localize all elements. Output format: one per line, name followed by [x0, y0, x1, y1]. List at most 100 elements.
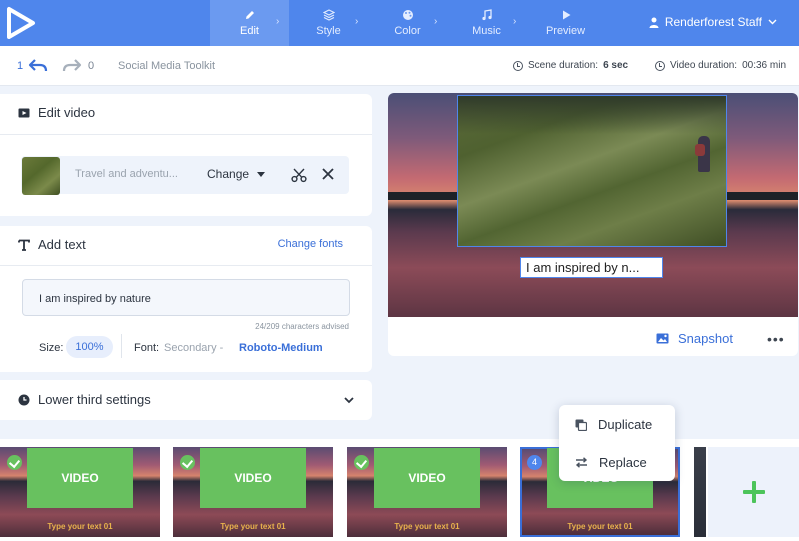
media-name: Travel and adventu... [75, 168, 178, 180]
hiker-figure [695, 136, 710, 172]
clock-icon [18, 394, 30, 405]
clip-text: Type your text 01 [47, 522, 113, 531]
scene-duration-label: Scene duration: [528, 60, 599, 71]
step-style-label: Style [316, 25, 341, 37]
scene-number-badge: 4 [527, 455, 542, 470]
menu-item-replace[interactable]: Replace [575, 455, 647, 470]
divider [0, 265, 372, 266]
lower-third-header: Lower third settings [18, 392, 151, 407]
chevron-right-icon: › [434, 16, 438, 27]
font-type: Secondary - [164, 342, 224, 354]
add-text-panel: Add text Change fonts I am inspired by n… [0, 226, 372, 372]
edit-video-title: Edit video [38, 105, 96, 120]
duplicate-label: Duplicate [598, 417, 653, 432]
clip-text: Type your text 01 [567, 522, 633, 531]
video-placeholder-frame[interactable] [457, 95, 727, 247]
step-preview[interactable]: Preview [526, 0, 605, 46]
edit-video-panel: Edit video Travel and adventu... Change [0, 94, 372, 216]
timeline-clip[interactable]: VIDEO Type your text 01 [173, 447, 333, 537]
step-edit-label: Edit [240, 25, 259, 37]
step-preview-label: Preview [545, 25, 586, 37]
scene-duration: Scene duration: 6 sec [513, 60, 628, 71]
lower-third-panel[interactable]: Lower third settings [0, 380, 372, 420]
clip-video-label: VIDEO [27, 448, 133, 508]
more-options-icon[interactable]: ••• [767, 331, 785, 347]
video-duration-label: Video duration: [670, 60, 738, 71]
top-nav-bar: Edit Style Color Music Preview › › › › R… [0, 0, 799, 46]
lower-third-title: Lower third settings [38, 392, 151, 407]
check-icon [180, 455, 195, 470]
check-icon [7, 455, 22, 470]
scene-preview[interactable]: I am inspired by n... [388, 93, 798, 317]
add-scene-button[interactable] [708, 447, 799, 537]
palette-icon [402, 10, 413, 20]
change-media-button[interactable]: Change [207, 167, 266, 181]
play-icon [562, 10, 570, 20]
text-icon [18, 239, 30, 251]
clock-icon [513, 60, 523, 71]
undo-count: 1 [17, 60, 24, 72]
duplicate-icon [575, 419, 587, 431]
clip-context-menu: Duplicate Replace [559, 405, 675, 481]
preview-card: I am inspired by n... Snapshot ••• [388, 93, 798, 356]
chevron-right-icon: › [276, 16, 280, 27]
music-note-icon [481, 9, 492, 21]
scissors-icon[interactable] [291, 167, 307, 183]
timeline-clip[interactable]: VIDEO Type your text 01 [347, 447, 507, 537]
media-row: Travel and adventu... Change [21, 156, 349, 195]
change-fonts-link[interactable]: Change fonts [278, 238, 343, 250]
caption-text-box[interactable]: I am inspired by n... [520, 257, 663, 278]
chevron-down-icon[interactable] [344, 395, 354, 405]
clock-icon [655, 60, 665, 71]
snapshot-label: Snapshot [678, 331, 733, 346]
swap-arrows-icon [575, 457, 588, 468]
text-input[interactable]: I am inspired by nature [22, 279, 350, 316]
renderforest-logo-icon[interactable] [6, 6, 36, 40]
add-text-header: Add text [18, 237, 86, 252]
media-thumbnail[interactable] [22, 157, 60, 195]
chevron-right-icon: › [355, 16, 359, 27]
size-value-button[interactable]: 100% [66, 336, 113, 358]
project-name: Social Media Toolkit [118, 60, 216, 72]
close-icon[interactable] [321, 167, 335, 181]
font-name-link[interactable]: Roboto-Medium [239, 342, 323, 354]
user-name: Renderforest Staff [664, 15, 762, 29]
caret-down-icon [257, 171, 266, 177]
user-menu[interactable]: Renderforest Staff [649, 15, 777, 29]
step-navigation: Edit Style Color Music Preview [210, 0, 605, 46]
divider [0, 134, 372, 135]
chevron-down-icon [768, 19, 777, 25]
font-label: Font: [134, 342, 160, 354]
clip-video-label: VIDEO [374, 448, 480, 508]
timeline-clip[interactable]: VIDEO Type your text 01 [0, 447, 160, 537]
video-duration-value: 00:36 min [742, 60, 787, 71]
step-music-label: Music [472, 25, 501, 37]
menu-item-duplicate[interactable]: Duplicate [575, 417, 652, 432]
image-icon [656, 333, 669, 344]
edit-video-header: Edit video [18, 105, 95, 120]
video-duration: Video duration: 00:36 min [655, 60, 786, 71]
undo-icon[interactable] [28, 57, 48, 73]
clip-text: Type your text 01 [394, 522, 460, 531]
redo-icon[interactable] [62, 57, 82, 73]
divider [121, 334, 122, 358]
scene-duration-value: 6 sec [603, 60, 629, 71]
scene-timeline: VIDEO Type your text 01 VIDEO Type your … [0, 439, 799, 541]
user-icon [649, 17, 659, 28]
editor-toolbar: 1 0 Social Media Toolkit Scene duration:… [0, 46, 799, 86]
check-icon [354, 455, 369, 470]
redo-count: 0 [88, 60, 95, 72]
clip-video-label: VIDEO [200, 448, 306, 508]
size-label: Size: [39, 342, 64, 354]
replace-label: Replace [599, 455, 647, 470]
add-text-title: Add text [38, 237, 86, 252]
video-icon [18, 108, 30, 117]
pencil-icon [245, 11, 254, 19]
chevron-right-icon: › [513, 16, 517, 27]
clip-text: Type your text 01 [220, 522, 286, 531]
change-media-label: Change [207, 167, 250, 181]
step-color-label: Color [394, 25, 421, 37]
layers-icon [322, 9, 335, 21]
timeline-clip-partial[interactable] [694, 447, 706, 537]
snapshot-button[interactable]: Snapshot [656, 331, 733, 346]
